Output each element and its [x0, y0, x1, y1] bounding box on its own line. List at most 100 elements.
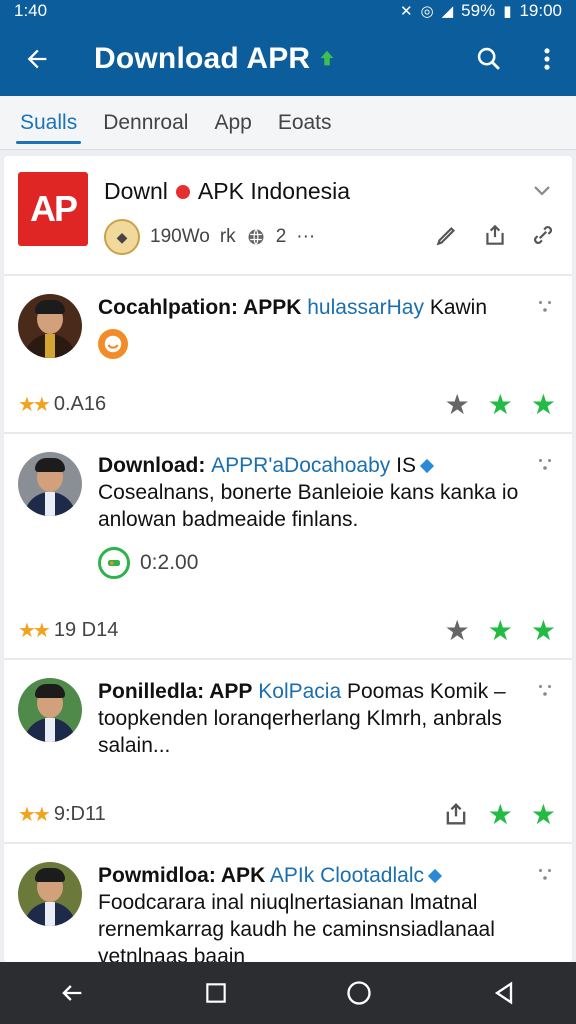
post-title-link[interactable]: APIk Clootadlalc — [270, 864, 424, 887]
app-header-actions — [434, 222, 556, 248]
post-rating: ★★ 19 D14 — [18, 618, 118, 643]
share-icon[interactable] — [482, 222, 508, 248]
avatar[interactable] — [18, 678, 82, 742]
post-title-rest: IS — [396, 454, 416, 477]
status-time-left: 1:40 — [14, 1, 48, 20]
meta-number: 2 — [275, 226, 287, 247]
tab-app[interactable]: App — [214, 96, 251, 150]
nav-back-triangle-icon[interactable] — [490, 979, 518, 1007]
status-icons: ✕ ◎ ◢ 59% ▮ 19:00 — [400, 1, 562, 21]
post-menu-button[interactable] — [536, 298, 554, 322]
system-nav-bar — [0, 962, 576, 1024]
rating-stars-icon: ★★ — [18, 803, 51, 826]
post-menu-button[interactable] — [536, 866, 554, 890]
app-name: Downl APK Indonesia — [104, 178, 558, 205]
status-bar: 1:40 ✕ ◎ ◢ 59% ▮ 19:00 — [0, 0, 576, 22]
verified-icon — [427, 869, 443, 884]
feed-post[interactable]: Ponilledla: APP KolPacia Poomas Komik – … — [4, 660, 572, 842]
emoji-reaction-icon[interactable] — [98, 329, 128, 359]
star-green-icon[interactable]: ★ — [531, 614, 556, 647]
overflow-menu-button[interactable] — [518, 22, 576, 96]
post-row: Download: APPR'aDocahoaby IS Cosealnans,… — [18, 452, 558, 579]
post-description: Foodcarara inal niuqlnertasianan lmatnal… — [98, 891, 495, 962]
link-icon[interactable] — [530, 222, 556, 248]
nav-recents-icon[interactable] — [203, 980, 229, 1006]
star-green-icon[interactable]: ★ — [488, 614, 513, 647]
bookmark-icon — [108, 560, 120, 566]
tab-sualls[interactable]: Sualls — [15, 96, 82, 150]
app-name-suffix: APK Indonesia — [197, 178, 351, 204]
alarm-icon: ◎ — [420, 2, 434, 20]
globe-icon — [248, 229, 264, 245]
post-menu-button[interactable] — [536, 456, 554, 480]
expand-button[interactable] — [530, 178, 554, 207]
post-title[interactable]: Powmidloa: APK APIk Clootadlalc — [98, 862, 528, 889]
reaction-counter[interactable]: 0:2.00 — [98, 547, 528, 579]
more-vert-icon — [544, 48, 550, 70]
post-body: Download: APPR'aDocahoaby IS Cosealnans,… — [98, 452, 558, 579]
post-description: toopkenden loranqerherlang Klmrh, anbral… — [98, 707, 502, 757]
post-title[interactable]: Cocahlpation: APPK hulassarHay Kawin — [98, 294, 528, 321]
app-name-prefix: Downl — [104, 178, 168, 204]
record-icon — [175, 184, 190, 199]
star-gray-icon[interactable]: ★ — [445, 388, 470, 421]
publisher-badge-icon: ◆ — [104, 219, 140, 255]
post-title-bold: Ponilledla: APP — [98, 680, 253, 703]
app-logo: AP — [18, 172, 88, 246]
tab-eoats[interactable]: Eoats — [278, 96, 332, 150]
wifi-icon: ◢ — [441, 2, 454, 20]
star-gray-icon[interactable]: ★ — [445, 614, 470, 647]
star-green-icon[interactable]: ★ — [488, 798, 513, 831]
rating-stars-icon: ★★ — [18, 619, 51, 642]
avatar[interactable] — [18, 452, 82, 516]
post-footer: ★★ 9:D11 ★ ★ — [18, 786, 558, 842]
star-green-icon[interactable]: ★ — [531, 388, 556, 421]
rating-value: 9:D11 — [53, 802, 106, 825]
feed-post[interactable]: Cocahlpation: APPK hulassarHay Kawin ★★ … — [4, 276, 572, 432]
post-title[interactable]: Download: APPR'aDocahoaby IS — [98, 452, 528, 479]
page-title-text: Download APR — [94, 42, 311, 75]
feed-post[interactable]: Download: APPR'aDocahoaby IS Cosealnans,… — [4, 434, 572, 658]
star-green-icon[interactable]: ★ — [488, 388, 513, 421]
edit-icon[interactable] — [434, 222, 460, 248]
post-row: Powmidloa: APK APIk Clootadlalc Foodcara… — [18, 862, 558, 962]
smile-icon — [104, 335, 122, 353]
post-title-rest: Poomas Komik – — [347, 680, 506, 703]
post-menu-button[interactable] — [536, 682, 554, 706]
post-title-link[interactable]: APPR'aDocahoaby — [211, 454, 390, 477]
post-body: Powmidloa: APK APIk Clootadlalc Foodcara… — [98, 862, 558, 962]
chevron-down-icon — [534, 186, 550, 196]
post-actions: ★ ★ — [442, 798, 558, 831]
rating-value: 19 D14 — [53, 618, 119, 641]
meta-more: ··· — [296, 226, 316, 247]
post-title-link[interactable]: hulassarHay — [307, 296, 424, 319]
arrow-left-icon — [27, 49, 47, 69]
meta-text: rk — [219, 226, 236, 247]
post-rating: ★★ 0.A16 — [18, 392, 106, 417]
post-title-bold: Powmidloa: APK — [98, 864, 266, 887]
search-icon — [477, 47, 500, 70]
search-button[interactable] — [460, 22, 518, 96]
nav-back-icon[interactable] — [58, 979, 86, 1007]
feed-post[interactable]: Powmidloa: APK APIk Clootadlalc Foodcara… — [4, 844, 572, 962]
nav-home-icon[interactable] — [345, 979, 373, 1007]
post-title-link[interactable]: KolPacia — [258, 680, 341, 703]
app-header-card[interactable]: AP Downl APK Indonesia ◆ 190Wo rk 2 ··· — [4, 156, 572, 274]
avatar[interactable] — [18, 294, 82, 358]
tab-dennroal[interactable]: Dennroal — [103, 96, 188, 150]
post-title[interactable]: Ponilledla: APP KolPacia Poomas Komik – — [98, 678, 528, 705]
upload-arrow-icon — [320, 50, 334, 66]
rating-value: 0.A16 — [53, 392, 107, 415]
back-button[interactable] — [0, 22, 74, 96]
post-rating: ★★ 9:D11 — [18, 802, 106, 827]
avatar[interactable] — [18, 862, 82, 926]
more-icon — [539, 685, 551, 696]
share-icon[interactable] — [442, 800, 470, 828]
post-row: Cocahlpation: APPK hulassarHay Kawin — [18, 294, 558, 359]
reaction-value: 0:2.00 — [140, 551, 199, 574]
post-footer: ★★ 0.A16 ★ ★ ★ — [18, 376, 558, 432]
feed: AP Downl APK Indonesia ◆ 190Wo rk 2 ··· — [4, 156, 572, 962]
star-green-icon[interactable]: ★ — [531, 798, 556, 831]
status-clock: 19:00 — [519, 1, 562, 20]
post-body: Ponilledla: APP KolPacia Poomas Komik – … — [98, 678, 558, 759]
